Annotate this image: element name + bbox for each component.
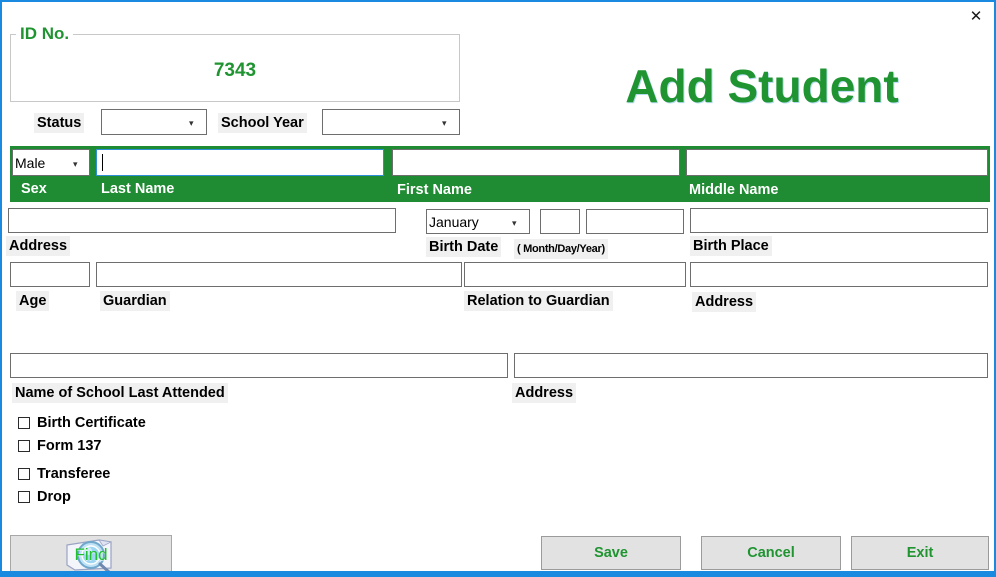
checkbox-transferee[interactable]	[18, 468, 30, 480]
school-year-label: School Year	[218, 113, 307, 133]
checkbox-label-drop: Drop	[37, 489, 71, 505]
birth-date-hint: ( Month/Day/Year)	[514, 239, 608, 259]
id-no-value: 7343	[213, 60, 257, 81]
last-school-label: Name of School Last Attended	[12, 383, 228, 403]
checkbox-row-form-137[interactable]: Form 137	[18, 438, 101, 454]
sex-label: Sex	[21, 181, 47, 197]
id-no-legend: ID No.	[16, 24, 74, 44]
checkbox-label-birth-certificate: Birth Certificate	[37, 415, 146, 431]
middle-name-input[interactable]	[686, 149, 988, 176]
guardian-address-input[interactable]	[690, 262, 988, 287]
exit-button[interactable]: Exit	[851, 536, 989, 570]
checkbox-row-transferee[interactable]: Transferee	[18, 466, 110, 482]
status-select[interactable]	[101, 109, 207, 135]
last-name-input[interactable]	[96, 149, 384, 176]
sex-select[interactable]: Male	[12, 149, 90, 176]
first-name-input[interactable]	[392, 149, 680, 176]
relation-to-guardian-input[interactable]	[464, 262, 686, 287]
find-button-label: Find	[74, 545, 108, 564]
checkbox-label-transferee: Transferee	[37, 466, 111, 482]
bottom-accent-bar	[2, 571, 994, 575]
status-label: Status	[34, 113, 85, 133]
birth-year-input[interactable]	[586, 209, 684, 234]
first-name-label: First Name	[397, 182, 472, 198]
checkbox-birth-certificate[interactable]	[18, 417, 30, 429]
cancel-button[interactable]: Cancel	[701, 536, 841, 570]
guardian-label: Guardian	[100, 291, 170, 311]
birth-place-label: Birth Place	[690, 236, 772, 256]
address-input[interactable]	[8, 208, 396, 233]
checkbox-row-birth-certificate[interactable]: Birth Certificate	[18, 415, 146, 431]
page-title: Add Student	[625, 60, 899, 112]
add-student-window: ✕ Add Student ID No. 7343 Status ▾ Schoo…	[0, 0, 996, 577]
birth-month-select[interactable]: January	[426, 209, 530, 234]
age-label: Age	[16, 291, 50, 311]
school-address-label: Address	[512, 383, 577, 403]
save-button[interactable]: Save	[541, 536, 681, 570]
checkbox-form-137[interactable]	[18, 440, 30, 452]
school-year-select[interactable]	[322, 109, 460, 135]
checkbox-row-drop[interactable]: Drop	[18, 489, 71, 505]
address-label: Address	[6, 236, 71, 256]
find-button[interactable]: Find	[10, 535, 172, 575]
birth-date-label: Birth Date	[426, 237, 502, 257]
checkbox-label-form-137: Form 137	[37, 438, 102, 454]
guardian-input[interactable]	[96, 262, 462, 287]
birth-day-input[interactable]	[540, 209, 580, 234]
school-address-input[interactable]	[514, 353, 988, 378]
last-school-input[interactable]	[10, 353, 508, 378]
close-icon[interactable]: ✕	[964, 4, 988, 28]
guardian-address-label: Address	[692, 292, 757, 312]
age-input[interactable]	[10, 262, 90, 287]
relation-to-guardian-label: Relation to Guardian	[464, 291, 613, 311]
middle-name-label: Middle Name	[689, 182, 779, 198]
text-caret	[102, 154, 103, 171]
last-name-label: Last Name	[101, 181, 175, 197]
checkbox-drop[interactable]	[18, 491, 30, 503]
birth-place-input[interactable]	[690, 208, 988, 233]
